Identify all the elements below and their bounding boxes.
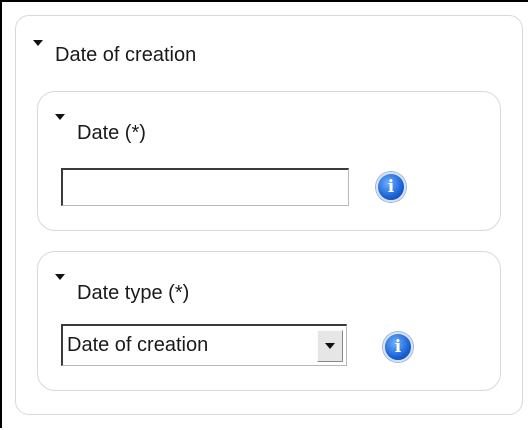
- collapse-triangle-icon[interactable]: [55, 274, 65, 280]
- collapse-triangle-icon[interactable]: [55, 114, 65, 120]
- date-input[interactable]: [61, 168, 349, 206]
- date-header[interactable]: Date (*): [55, 114, 146, 144]
- info-icon[interactable]: i: [376, 172, 406, 202]
- info-icon[interactable]: i: [383, 332, 413, 362]
- chevron-down-icon: [325, 342, 335, 349]
- date-type-header[interactable]: Date type (*): [55, 274, 189, 304]
- date-type-selected-value: Date of creation: [67, 334, 209, 356]
- date-label: Date (*): [77, 122, 146, 144]
- date-type-select[interactable]: Date of creation: [61, 324, 347, 366]
- section-title: Date of creation: [55, 44, 197, 66]
- collapse-triangle-icon[interactable]: [33, 40, 43, 46]
- date-type-label: Date type (*): [77, 282, 190, 304]
- date-type-card: Date type (*) Date of creation i: [37, 251, 501, 391]
- date-card: Date (*) i: [37, 91, 501, 231]
- dropdown-arrow-button[interactable]: [317, 329, 343, 362]
- date-of-creation-header[interactable]: Date of creation: [33, 40, 196, 66]
